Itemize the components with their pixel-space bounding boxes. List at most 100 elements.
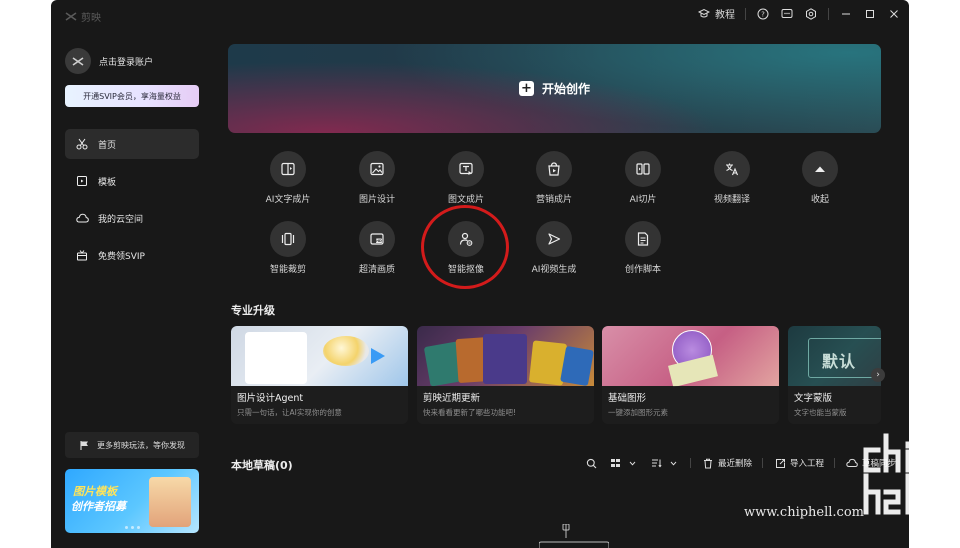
tool-label: 超清画质 (358, 265, 395, 275)
svip-button[interactable]: 开通SVIP会员，享海量权益 (65, 85, 199, 107)
tool-image-text-video[interactable]: 图文成片 (426, 151, 506, 205)
sidebar-item-label: 模板 (98, 177, 117, 188)
image-design-icon (359, 151, 395, 187)
tool-label: AI文字成片 (265, 195, 311, 205)
promo-link-label: 更多剪映玩法，等你发现 (97, 440, 185, 450)
card-recent-updates[interactable]: 剪映近期更新 快来看看更新了哪些功能吧! (417, 326, 594, 424)
import-icon (773, 456, 787, 470)
gift-icon (75, 248, 89, 262)
tool-image-design[interactable]: 图片设计 (337, 151, 417, 205)
banner-pagination (125, 526, 140, 529)
drafts-toolbar: 最近删除 导入工程 草稿同步 (584, 456, 896, 470)
svg-text:HD: HD (376, 239, 382, 243)
sidebar-nav: 首页 模板 我的云空间 免费领SVIP (65, 129, 199, 277)
tool-ai-text-video[interactable]: AI文字成片 (248, 151, 328, 205)
card-image-design-agent[interactable]: 图片设计Agent 只需一句话，让AI实现你的创意 (231, 326, 408, 424)
maximize-icon[interactable] (863, 7, 877, 21)
ai-slice-icon (625, 151, 661, 187)
drafts-title: 本地草稿(0) (231, 459, 293, 472)
card-thumbnail (417, 326, 594, 387)
card-title: 文字蒙版 (794, 393, 833, 404)
avatar[interactable] (65, 48, 91, 74)
tool-label: 图文成片 (447, 195, 484, 205)
tool-smart-crop[interactable]: 智能裁剪 (248, 221, 328, 275)
tool-script[interactable]: 创作脚本 (603, 221, 683, 275)
banner-line2: 创作者招募 (71, 500, 126, 513)
tool-smart-cutout[interactable]: 智能抠像 (426, 221, 506, 275)
recent-delete-label: 最近删除 (718, 459, 753, 469)
tool-collapse[interactable]: 收起 (780, 151, 860, 205)
trash-icon (701, 456, 715, 470)
sort-icon (649, 456, 663, 470)
sort-button[interactable] (649, 456, 680, 470)
card-title: 图片设计Agent (237, 393, 304, 404)
divider (745, 7, 746, 20)
tool-label: 智能抠像 (447, 265, 484, 275)
card-basic-shapes[interactable]: 基础图形 一键添加图形元素 (602, 326, 779, 424)
tool-label: 视频翻译 (713, 195, 750, 205)
tool-label: 营销成片 (535, 195, 572, 205)
plus-icon: + (518, 81, 534, 96)
sidebar-item-home[interactable]: 首页 (65, 129, 199, 159)
help-icon[interactable]: ? (756, 7, 770, 21)
tool-ai-slice[interactable]: AI切片 (603, 151, 683, 205)
settings-icon[interactable] (804, 7, 818, 21)
promo-link[interactable]: 更多剪映玩法，等你发现 (65, 432, 199, 458)
grid-view-button[interactable] (608, 456, 639, 470)
tool-ai-video-gen[interactable]: AI视频生成 (514, 221, 594, 275)
hd-quality-icon: HD (359, 221, 395, 257)
carousel-next-button[interactable]: › (871, 368, 885, 382)
chevron-right-icon: › (876, 370, 880, 380)
section-title: 专业升级 (231, 304, 275, 317)
card-subtitle: 快来看看更新了哪些功能吧! (423, 408, 517, 417)
message-icon[interactable] (780, 7, 794, 21)
search-icon[interactable] (584, 456, 598, 470)
svg-text:?: ? (761, 10, 765, 18)
chevron-down-icon (666, 456, 680, 470)
app-window: 剪映 教程 ? 点击登录账户 开通SVIP会员，享海量权益 首页 模板 我的云空… (51, 0, 909, 548)
tool-video-translate[interactable]: 视频翻译 (692, 151, 772, 205)
minimize-icon[interactable] (839, 7, 853, 21)
chevron-down-icon (625, 456, 639, 470)
account-label: 点击登录账户 (99, 57, 154, 68)
image-text-video-icon (448, 151, 484, 187)
sidebar-item-template[interactable]: 模板 (65, 166, 199, 196)
translate-icon (714, 151, 750, 187)
card-title: 基础图形 (608, 393, 647, 404)
sidebar: 点击登录账户 开通SVIP会员，享海量权益 首页 模板 我的云空间 免费领SVI… (51, 30, 211, 548)
sidebar-item-label: 我的云空间 (98, 214, 144, 225)
sidebar-item-cloud[interactable]: 我的云空间 (65, 203, 199, 233)
smart-crop-icon (270, 221, 306, 257)
sidebar-item-label: 免费领SVIP (98, 251, 145, 262)
scissors-icon (75, 137, 89, 151)
sidebar-item-label: 首页 (98, 140, 117, 151)
tutorial-button[interactable]: 教程 (697, 6, 735, 21)
card-thumbnail (231, 326, 408, 386)
collapse-icon (802, 151, 838, 187)
account-login[interactable]: 点击登录账户 (65, 48, 153, 74)
flag-icon (77, 438, 91, 452)
import-project-button[interactable]: 导入工程 (773, 456, 824, 470)
tool-label: 图片设计 (358, 195, 395, 205)
start-creating-button[interactable]: + 开始创作 (228, 44, 881, 133)
card-thumbnail (602, 326, 779, 388)
card-subtitle: 文字也能当蒙版 (794, 408, 847, 417)
grid-icon (608, 456, 622, 470)
cloud-upload-icon (845, 456, 859, 470)
sidebar-item-free-svip[interactable]: 免费领SVIP (65, 240, 199, 270)
script-icon (625, 221, 661, 257)
tool-hd-quality[interactable]: HD 超清画质 (337, 221, 417, 275)
card-text-mask[interactable]: 默认 文字蒙版 文字也能当蒙版 (788, 326, 881, 424)
tool-label: 收起 (810, 195, 829, 205)
tutorial-label: 教程 (715, 10, 735, 21)
card-title: 剪映近期更新 (423, 393, 481, 404)
tool-marketing-video[interactable]: 营销成片 (514, 151, 594, 205)
cloud-icon (75, 211, 89, 225)
recent-delete-button[interactable]: 最近删除 (701, 456, 752, 470)
divider (762, 458, 764, 468)
divider (690, 458, 691, 468)
close-icon[interactable] (887, 7, 901, 21)
card-subtitle: 只需一句话，让AI实现你的创意 (237, 408, 342, 417)
tool-label: AI切片 (629, 195, 657, 205)
creator-banner[interactable]: 图片模板 创作者招募 (65, 469, 199, 533)
